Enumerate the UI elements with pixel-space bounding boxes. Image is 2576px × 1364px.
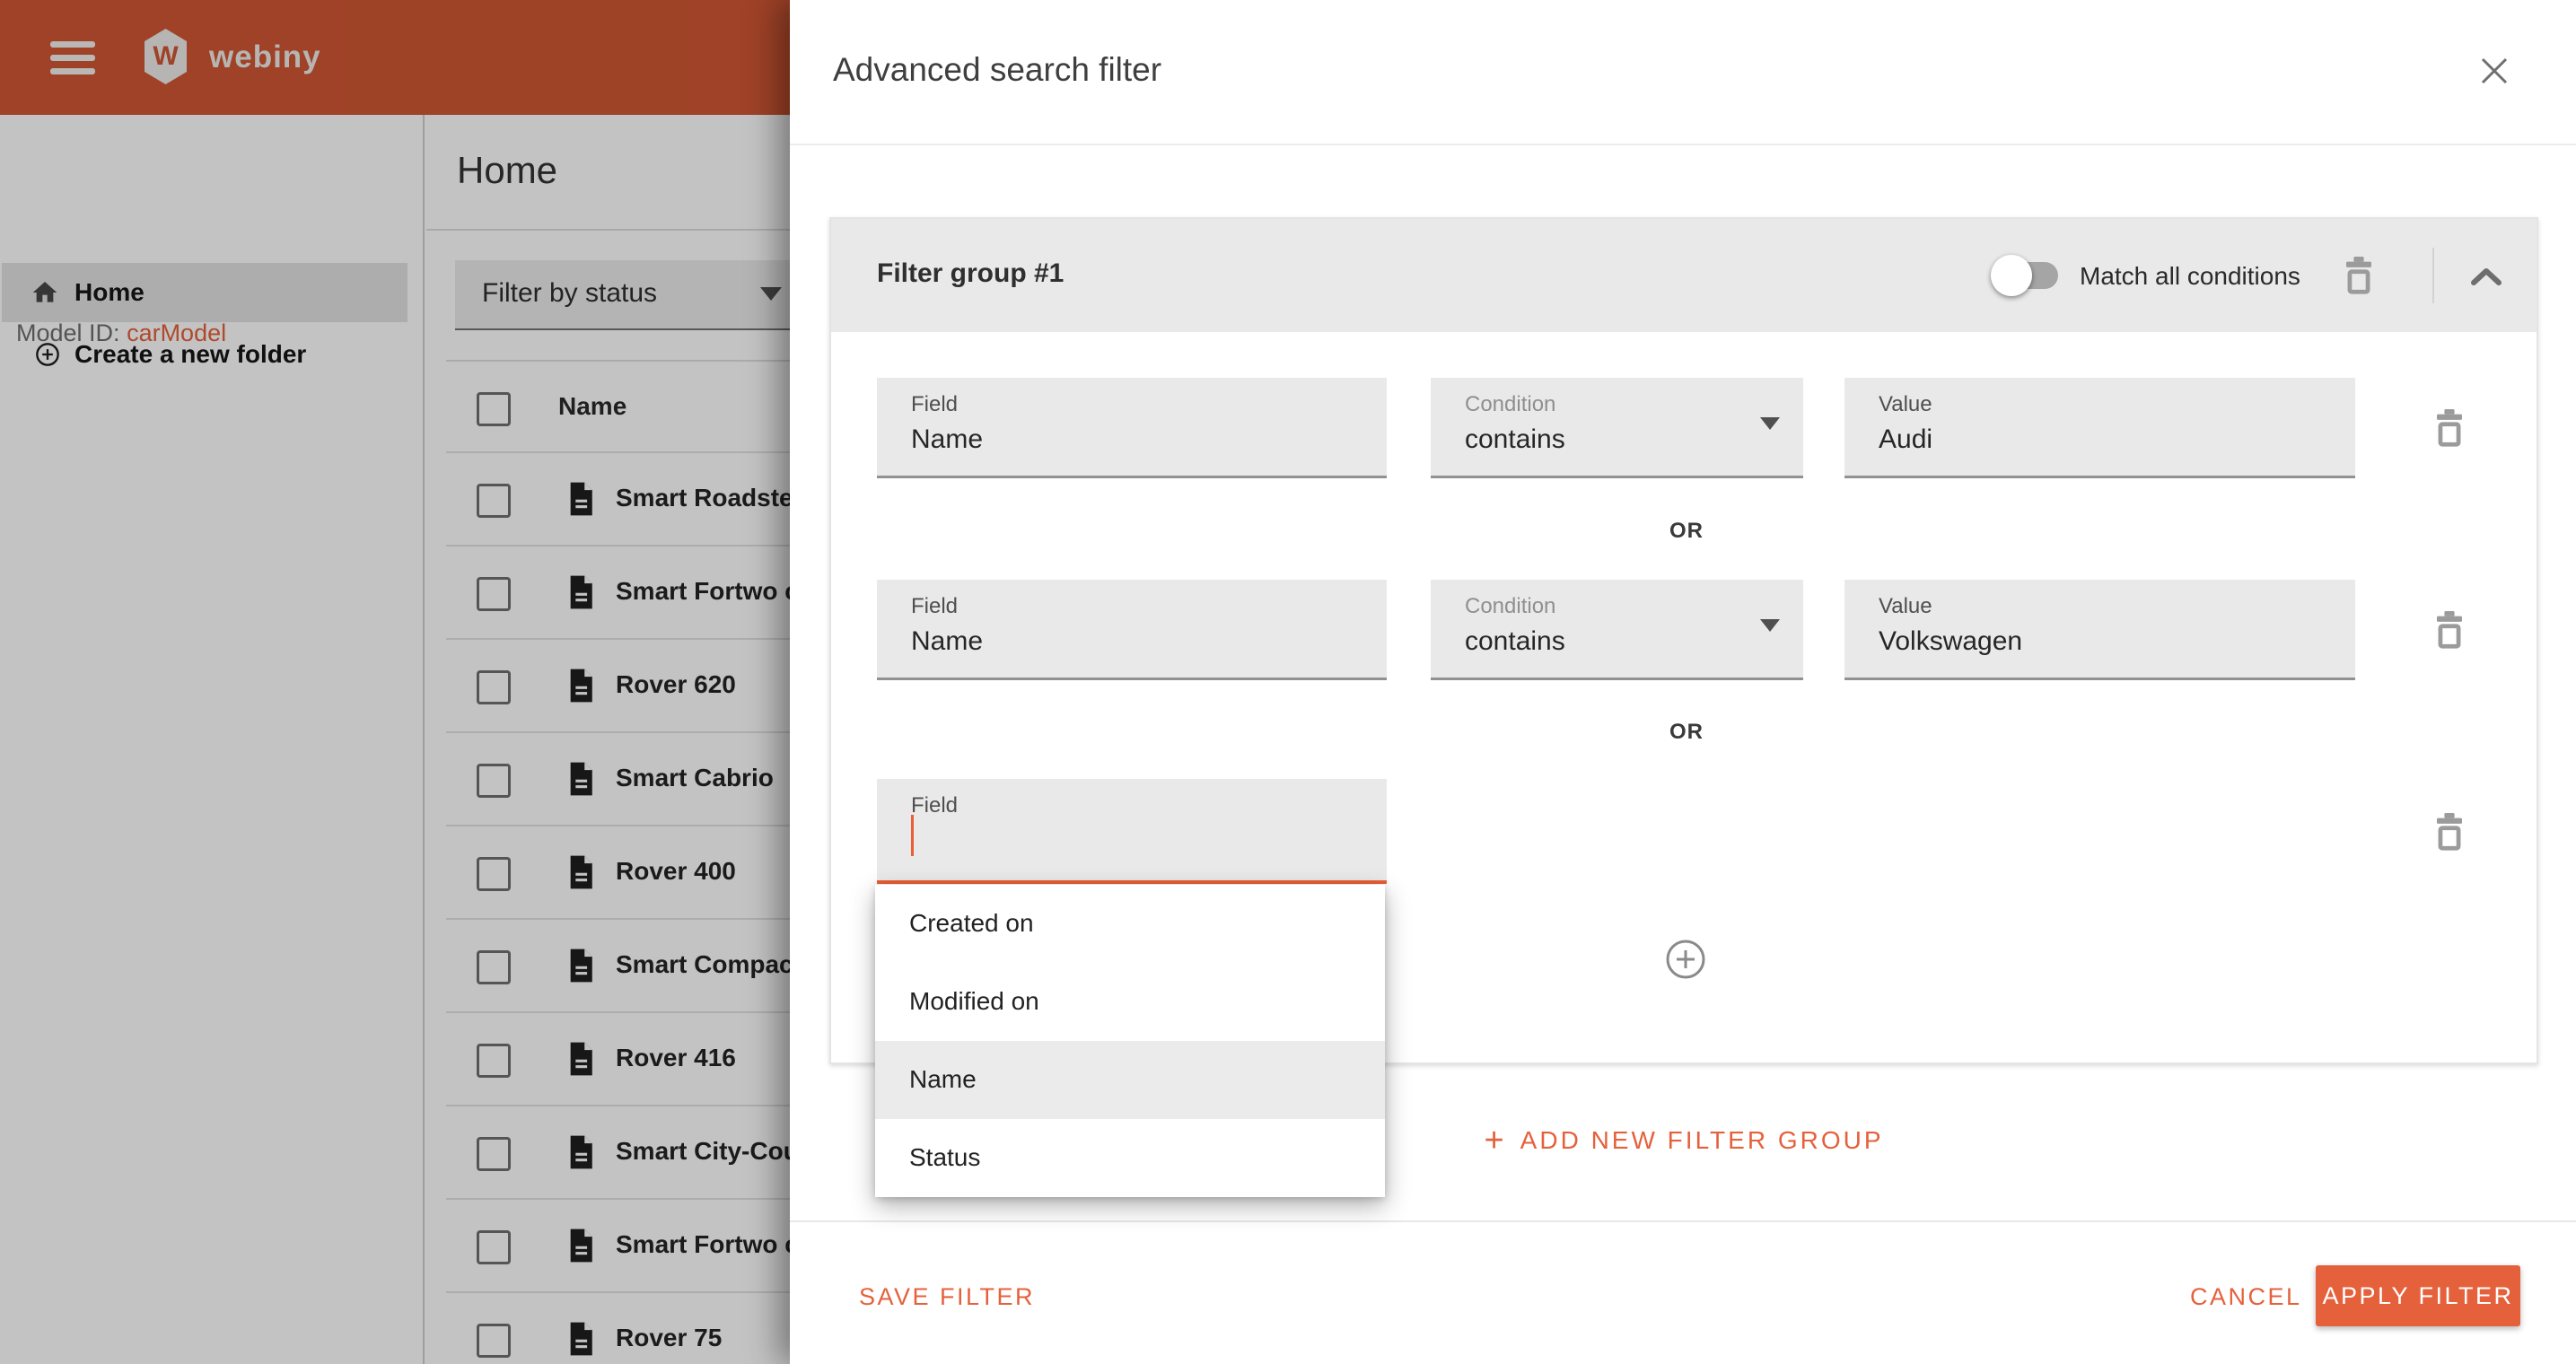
field-options-dropdown: Created on Modified on Name Status (875, 885, 1385, 1197)
header-divider (2432, 248, 2434, 303)
chevron-down-icon (1760, 619, 1780, 632)
add-new-filter-group-button[interactable]: + ADD NEW FILTER GROUP (1484, 1124, 1883, 1158)
value-label: Value (1879, 392, 1932, 417)
field-value: Name (911, 626, 983, 657)
drawer-title: Advanced search filter (833, 51, 1161, 89)
advanced-search-filter-drawer: Advanced search filter Filter group #1 M… (790, 0, 2576, 1364)
filter-group-header: Filter group #1 Match all conditions (831, 219, 2537, 332)
field-value: Name (911, 424, 983, 455)
dropdown-option-name[interactable]: Name (875, 1041, 1385, 1119)
condition-value: contains (1465, 626, 1565, 657)
field-label: Field (911, 594, 958, 619)
add-condition-icon[interactable] (1665, 939, 1706, 980)
save-filter-button[interactable]: SAVE FILTER (859, 1283, 1035, 1311)
delete-group-icon[interactable] (2344, 257, 2374, 294)
close-icon[interactable] (2475, 52, 2513, 90)
or-separator: OR (1669, 519, 1704, 544)
apply-filter-button[interactable]: APPLY FILTER (2316, 1265, 2520, 1326)
delete-condition-row1-icon[interactable] (2434, 409, 2465, 447)
app-root: W webiny Car Model Model ID: carModel Ho… (0, 0, 2576, 1364)
value-label: Value (1879, 594, 1932, 619)
value-value: Volkswagen (1879, 626, 2022, 657)
field-input-row3[interactable]: Field (877, 779, 1387, 884)
dropdown-option-status[interactable]: Status (875, 1119, 1385, 1197)
cancel-button[interactable]: CANCEL (2190, 1283, 2302, 1311)
dropdown-option-modified-on[interactable]: Modified on (875, 963, 1385, 1041)
drawer-footer: SAVE FILTER CANCEL APPLY FILTER (790, 1220, 2576, 1364)
field-input-row1[interactable]: Field Name (877, 378, 1387, 478)
delete-condition-row2-icon[interactable] (2434, 611, 2465, 649)
or-separator: OR (1669, 720, 1704, 745)
condition-label: Condition (1465, 594, 1555, 619)
condition-select-row2[interactable]: Condition contains (1431, 580, 1803, 680)
value-input-row2[interactable]: Value Volkswagen (1844, 580, 2355, 680)
toggle-knob (1991, 255, 2032, 296)
condition-select-row1[interactable]: Condition contains (1431, 378, 1803, 478)
delete-condition-row3-icon[interactable] (2434, 813, 2465, 851)
match-all-label: Match all conditions (2080, 262, 2300, 291)
value-input-row1[interactable]: Value Audi (1844, 378, 2355, 478)
condition-label: Condition (1465, 392, 1555, 417)
field-label: Field (911, 392, 958, 417)
collapse-group-icon[interactable] (2468, 266, 2504, 287)
condition-value: contains (1465, 424, 1565, 455)
field-label: Field (911, 793, 958, 818)
chevron-down-icon (1760, 417, 1780, 430)
plus-icon: + (1484, 1124, 1503, 1158)
filter-group-title: Filter group #1 (877, 258, 1064, 289)
drawer-header-divider (790, 144, 2576, 145)
dropdown-option-created-on[interactable]: Created on (875, 885, 1385, 963)
field-input-row2[interactable]: Field Name (877, 580, 1387, 680)
match-all-toggle[interactable] (1994, 262, 2058, 289)
text-cursor (911, 815, 914, 856)
value-value: Audi (1879, 424, 1932, 455)
